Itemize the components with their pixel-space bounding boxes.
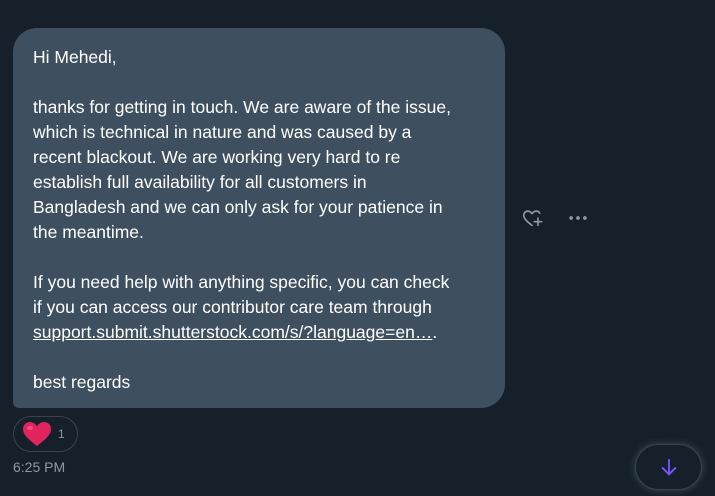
message-greeting: Hi Mehedi, (33, 47, 117, 67)
message-link-line: support.submit.shutterstock.com/s/?langu… (33, 320, 485, 345)
heart-plus-icon (522, 210, 543, 227)
dm-conversation: Hi Mehedi, thanks for getting in touch. … (0, 0, 715, 496)
message-closing: best regards (33, 372, 131, 392)
arrow-down-icon (661, 458, 676, 476)
message-bubble: Hi Mehedi, thanks for getting in touch. … (13, 28, 505, 408)
heart-icon (23, 422, 51, 446)
more-options-button[interactable] (566, 206, 590, 230)
reaction-count: 1 (58, 427, 65, 441)
message-timestamp: 6:25 PM (13, 459, 66, 475)
message-paragraph-1: thanks for getting in touch. We are awar… (33, 97, 451, 242)
reaction-pill[interactable]: 1 (13, 416, 78, 452)
support-link[interactable]: support.submit.shutterstock.com/s/?langu… (33, 322, 432, 342)
add-reaction-button[interactable] (520, 206, 544, 230)
message-paragraph-2: If you need help with anything specific,… (33, 272, 450, 317)
message-actions (520, 206, 590, 230)
link-suffix: . (432, 322, 438, 342)
scroll-to-bottom-button[interactable] (635, 444, 702, 490)
more-dots-icon (569, 216, 587, 220)
